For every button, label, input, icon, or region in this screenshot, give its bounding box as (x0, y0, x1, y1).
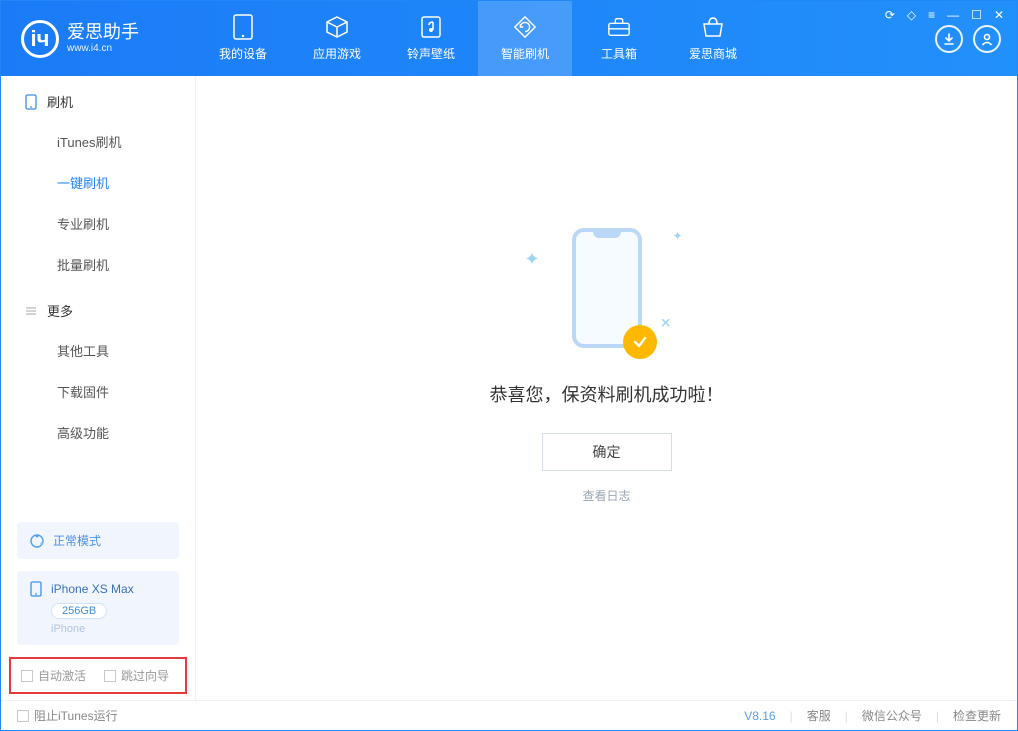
window-controls: ⟳ ◇ ≡ — ☐ ✕ (883, 6, 1006, 24)
app-url: www.i4.cn (67, 43, 139, 54)
sync-icon[interactable]: ⟳ (883, 6, 897, 24)
success-illustration: ✦ ✦ + (507, 213, 707, 363)
confirm-button[interactable]: 确定 (542, 433, 672, 471)
menu-icon[interactable]: ≡ (926, 6, 937, 24)
nav-toolbox[interactable]: 工具箱 (572, 1, 666, 76)
header-actions (935, 25, 1017, 53)
sparkle-icon: + (652, 311, 677, 336)
status-bar: 阻止iTunes运行 V8.16 | 客服 | 微信公众号 | 检查更新 (1, 700, 1017, 730)
menu-icon (25, 305, 37, 317)
logo[interactable]: iч 爱思助手 www.i4.cn (1, 20, 196, 58)
check-badge-icon (623, 325, 657, 359)
success-message: 恭喜您，保资料刷机成功啦！ (490, 381, 724, 407)
view-log-link[interactable]: 查看日志 (582, 487, 630, 504)
nav-store[interactable]: 爱思商城 (666, 1, 760, 76)
checkbox-auto-activate[interactable]: 自动激活 (21, 667, 86, 684)
cube-icon (325, 15, 349, 39)
device-icon (231, 15, 255, 39)
sidebar: 刷机 iTunes刷机 一键刷机 专业刷机 批量刷机 更多 其他工具 下载固件 … (1, 76, 196, 700)
spinner-icon (29, 533, 45, 549)
shop-icon (701, 15, 725, 39)
sidebar-item-advanced[interactable]: 高级功能 (1, 412, 195, 453)
maximize-button[interactable]: ☐ (969, 6, 984, 24)
device-name: iPhone XS Max (51, 582, 134, 596)
checkbox-icon (17, 710, 29, 722)
sparkle-icon: ✦ (672, 229, 682, 243)
version-label: V8.16 (744, 709, 775, 723)
minimize-button[interactable]: — (945, 6, 961, 24)
download-button[interactable] (935, 25, 963, 53)
phone-icon (29, 581, 43, 597)
checkbox-icon (21, 670, 33, 682)
device-type: iPhone (51, 623, 167, 635)
nav-apps-games[interactable]: 应用游戏 (290, 1, 384, 76)
check-update-link[interactable]: 检查更新 (953, 707, 1001, 724)
checkbox-icon (104, 670, 116, 682)
sidebar-item-onekey-flash[interactable]: 一键刷机 (1, 162, 195, 203)
wechat-link[interactable]: 微信公众号 (862, 707, 922, 724)
sidebar-item-itunes-flash[interactable]: iTunes刷机 (1, 121, 195, 162)
toolbox-icon (607, 15, 631, 39)
sidebar-item-download-firmware[interactable]: 下载固件 (1, 371, 195, 412)
device-info[interactable]: iPhone XS Max 256GB iPhone (17, 571, 179, 645)
main-nav: 我的设备 应用游戏 铃声壁纸 智能刷机 工具箱 爱思商城 (196, 1, 935, 76)
sidebar-section-more: 更多 (1, 285, 195, 330)
nav-my-device[interactable]: 我的设备 (196, 1, 290, 76)
sidebar-item-pro-flash[interactable]: 专业刷机 (1, 203, 195, 244)
sidebar-item-other-tools[interactable]: 其他工具 (1, 330, 195, 371)
checkbox-skip-guide[interactable]: 跳过向导 (104, 667, 169, 684)
user-button[interactable] (973, 25, 1001, 53)
sidebar-item-batch-flash[interactable]: 批量刷机 (1, 244, 195, 285)
refresh-icon (513, 15, 537, 39)
phone-icon (25, 94, 37, 110)
logo-icon: iч (21, 20, 59, 58)
sidebar-section-flash: 刷机 (1, 76, 195, 121)
sparkle-icon: ✦ (525, 249, 540, 270)
nav-smart-flash[interactable]: 智能刷机 (478, 1, 572, 76)
nav-ringtones-wallpapers[interactable]: 铃声壁纸 (384, 1, 478, 76)
flash-options-highlight: 自动激活 跳过向导 (9, 657, 187, 694)
main-content: ✦ ✦ + 恭喜您，保资料刷机成功啦！ 确定 查看日志 (196, 76, 1017, 700)
tshirt-icon[interactable]: ◇ (905, 6, 918, 24)
device-mode[interactable]: 正常模式 (17, 522, 179, 559)
music-icon (419, 15, 443, 39)
support-link[interactable]: 客服 (807, 707, 831, 724)
app-header: iч 爱思助手 www.i4.cn 我的设备 应用游戏 铃声壁纸 智能刷机 工具… (1, 1, 1017, 76)
checkbox-block-itunes[interactable]: 阻止iTunes运行 (17, 707, 118, 724)
app-title: 爱思助手 (67, 23, 139, 43)
device-storage: 256GB (51, 603, 107, 619)
close-button[interactable]: ✕ (992, 6, 1006, 24)
